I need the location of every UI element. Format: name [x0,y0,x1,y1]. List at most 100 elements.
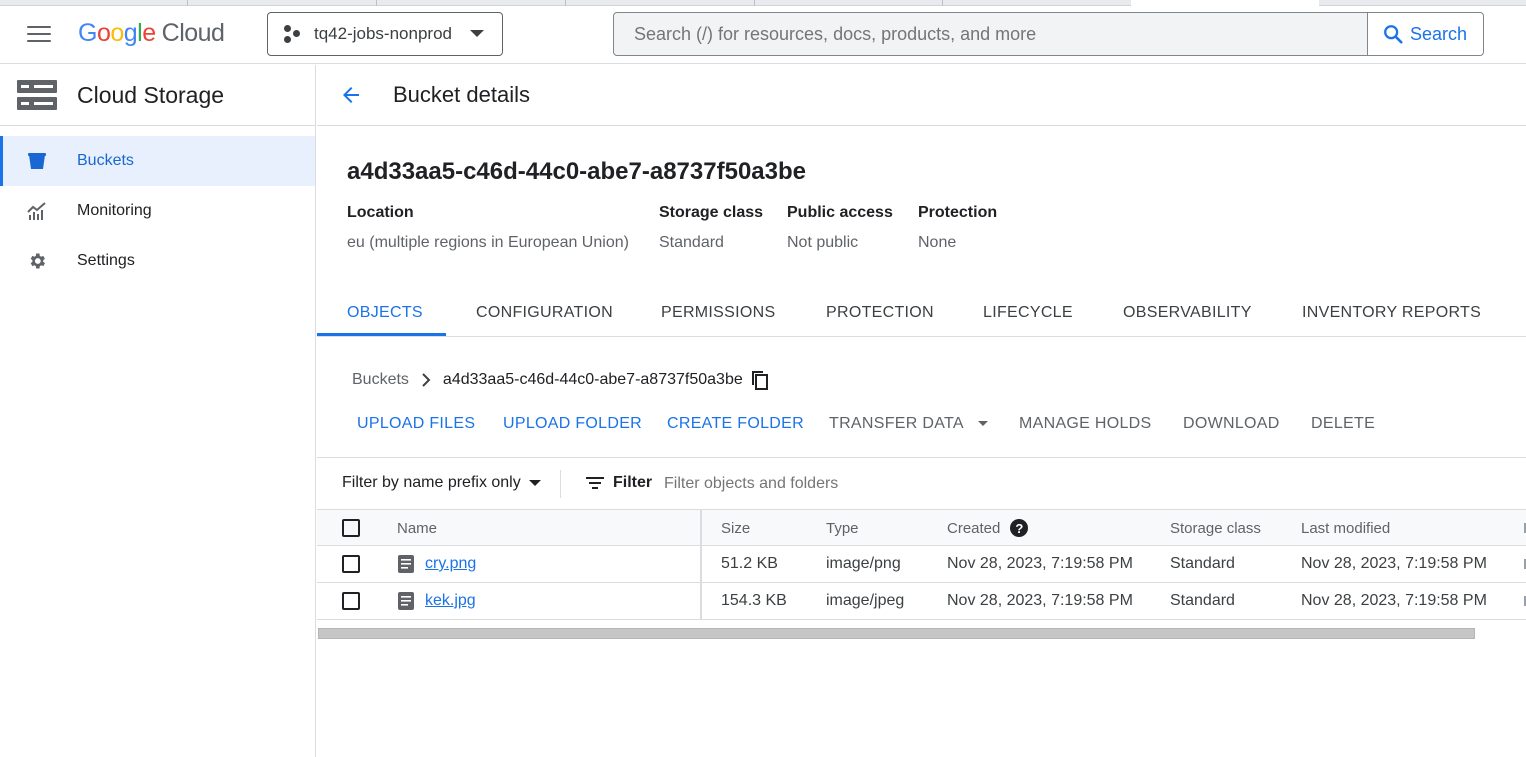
filter-button[interactable]: Filter [585,474,652,492]
project-name: tq42-jobs-nonprod [314,24,452,43]
project-hierarchy-icon [284,25,302,43]
objects-table: Name Size Type Created ? Storage class L… [317,509,1526,620]
select-all-checkbox[interactable] [342,519,360,537]
chevron-down-icon [528,480,541,486]
transfer-data-button[interactable]: TRANSFER DATA [829,415,988,433]
breadcrumb: Buckets a4d33aa5-c46d-44c0-abe7-a8737f50… [352,370,769,390]
filter-input[interactable] [664,468,1264,500]
last-modified-cell: Nov 28, 2023, 7:19:58 PM [1301,555,1487,572]
transfer-data-label: TRANSFER DATA [829,415,963,432]
tab-inventory-reports[interactable]: INVENTORY REPORTS [1302,289,1481,336]
storage-class-cell: Standard [1170,555,1235,572]
meta-key: Location [347,204,414,221]
delete-button[interactable]: DELETE [1311,415,1375,433]
file-link[interactable]: cry.png [425,555,476,573]
meta-public-access: Public access Not public [787,204,893,252]
table-header-row: Name Size Type Created ? Storage class L… [317,509,1526,546]
sidebar-header: Cloud Storage [0,65,315,126]
column-header-storage-class[interactable]: Storage class [1170,510,1261,546]
sidebar-item-label: Monitoring [77,202,152,219]
tab-observability[interactable]: OBSERVABILITY [1123,289,1252,336]
breadcrumb-current: a4d33aa5-c46d-44c0-abe7-a8737f50a3be [442,371,743,388]
sidebar-item-label: Buckets [77,152,134,169]
sidebar: Cloud Storage Buckets Monitoring Setting… [0,65,316,757]
row-checkbox[interactable] [342,592,360,610]
size-cell: 154.3 KB [721,592,787,609]
project-picker[interactable]: tq42-jobs-nonprod [267,12,503,56]
meta-protection: Protection None [918,204,997,252]
table-row: kek.jpg 154.3 KB image/jpeg Nov 28, 2023… [317,583,1526,620]
tab-objects[interactable]: OBJECTS [347,289,423,336]
column-header-size[interactable]: Size [721,510,750,546]
page-title: Bucket details [393,82,530,107]
meta-key: Storage class [659,204,764,221]
sidebar-item-settings[interactable]: Settings [0,236,315,286]
bucket-icon [28,153,46,169]
sidebar-title: Cloud Storage [77,81,225,108]
page-header: Bucket details [317,65,1526,126]
chevron-down-icon [977,421,988,427]
last-modified-cell: Nov 28, 2023, 7:19:58 PM [1301,592,1487,609]
create-folder-button[interactable]: CREATE FOLDER [667,415,804,433]
divider [560,470,561,498]
filter-icon [586,477,604,489]
active-tab-indicator [317,333,446,336]
meta-location: Location eu (multiple regions in Europea… [347,204,629,252]
bucket-name: a4d33aa5-c46d-44c0-abe7-a8737f50a3be [347,158,806,185]
size-cell: 51.2 KB [721,555,778,572]
file-icon [398,555,414,573]
file-name-cell: kek.jpg [397,583,476,619]
type-cell: image/png [826,555,901,572]
column-header-type[interactable]: Type [826,510,859,546]
horizontal-scrollbar[interactable] [318,628,1475,639]
meta-key: Protection [918,204,998,221]
search-input[interactable] [613,12,1368,56]
search-button[interactable]: Search [1367,12,1484,56]
object-actions-toolbar: UPLOAD FILES UPLOAD FOLDER CREATE FOLDER… [317,415,1526,439]
main-content: Bucket details a4d33aa5-c46d-44c0-abe7-a… [317,65,1526,757]
file-link[interactable]: kek.jpg [425,592,476,610]
filter-mode-label: Filter by name prefix only [342,474,521,491]
tab-protection[interactable]: PROTECTION [826,289,934,336]
tab-configuration[interactable]: CONFIGURATION [476,289,613,336]
column-resize-divider[interactable] [700,509,702,620]
created-cell: Nov 28, 2023, 7:19:58 PM [947,592,1133,609]
row-checkbox[interactable] [342,555,360,573]
meta-key: Public access [787,204,893,221]
chevron-right-icon [422,373,431,387]
column-header-name[interactable]: Name [397,510,437,546]
tab-lifecycle[interactable]: LIFECYCLE [983,289,1073,336]
sidebar-item-label: Settings [77,252,135,269]
upload-files-button[interactable]: UPLOAD FILES [357,415,475,433]
meta-value: eu (multiple regions in European Union) [347,234,629,251]
sidebar-item-monitoring[interactable]: Monitoring [0,186,315,236]
file-icon [398,592,414,610]
copy-icon[interactable] [751,370,769,390]
filter-button-label: Filter [613,474,653,491]
download-button[interactable]: DOWNLOAD [1183,415,1280,433]
help-icon[interactable]: ? [1010,519,1029,537]
manage-holds-button[interactable]: MANAGE HOLDS [1019,415,1152,433]
filter-mode-select[interactable]: Filter by name prefix only [342,474,541,492]
column-header-last-modified[interactable]: Last modified [1301,510,1390,546]
main-menu-icon[interactable] [27,26,51,44]
meta-value: Not public [787,234,859,251]
sidebar-item-buckets[interactable]: Buckets [0,136,315,186]
file-name-cell: cry.png [397,546,476,582]
chevron-down-icon [470,30,484,37]
top-app-bar: Google Cloud tq42-jobs-nonprod Search [0,6,1526,64]
tab-permissions[interactable]: PERMISSIONS [661,289,775,336]
storage-icon [17,80,57,110]
type-cell: image/jpeg [826,592,905,609]
search-icon [1384,25,1403,44]
column-header-created-label: Created [947,519,1001,537]
created-cell: Nov 28, 2023, 7:19:58 PM [947,555,1133,572]
column-header-created[interactable]: Created ? [947,510,1029,546]
upload-folder-button[interactable]: UPLOAD FOLDER [503,415,642,433]
back-arrow-icon[interactable] [339,83,363,107]
google-cloud-logo[interactable]: Google Cloud [78,19,225,48]
filter-bar: Filter by name prefix only Filter [317,457,1526,509]
breadcrumb-root[interactable]: Buckets [352,371,409,389]
bucket-tabs: OBJECTS CONFIGURATION PERMISSIONS PROTEC… [317,289,1526,337]
table-row: cry.png 51.2 KB image/png Nov 28, 2023, … [317,546,1526,583]
